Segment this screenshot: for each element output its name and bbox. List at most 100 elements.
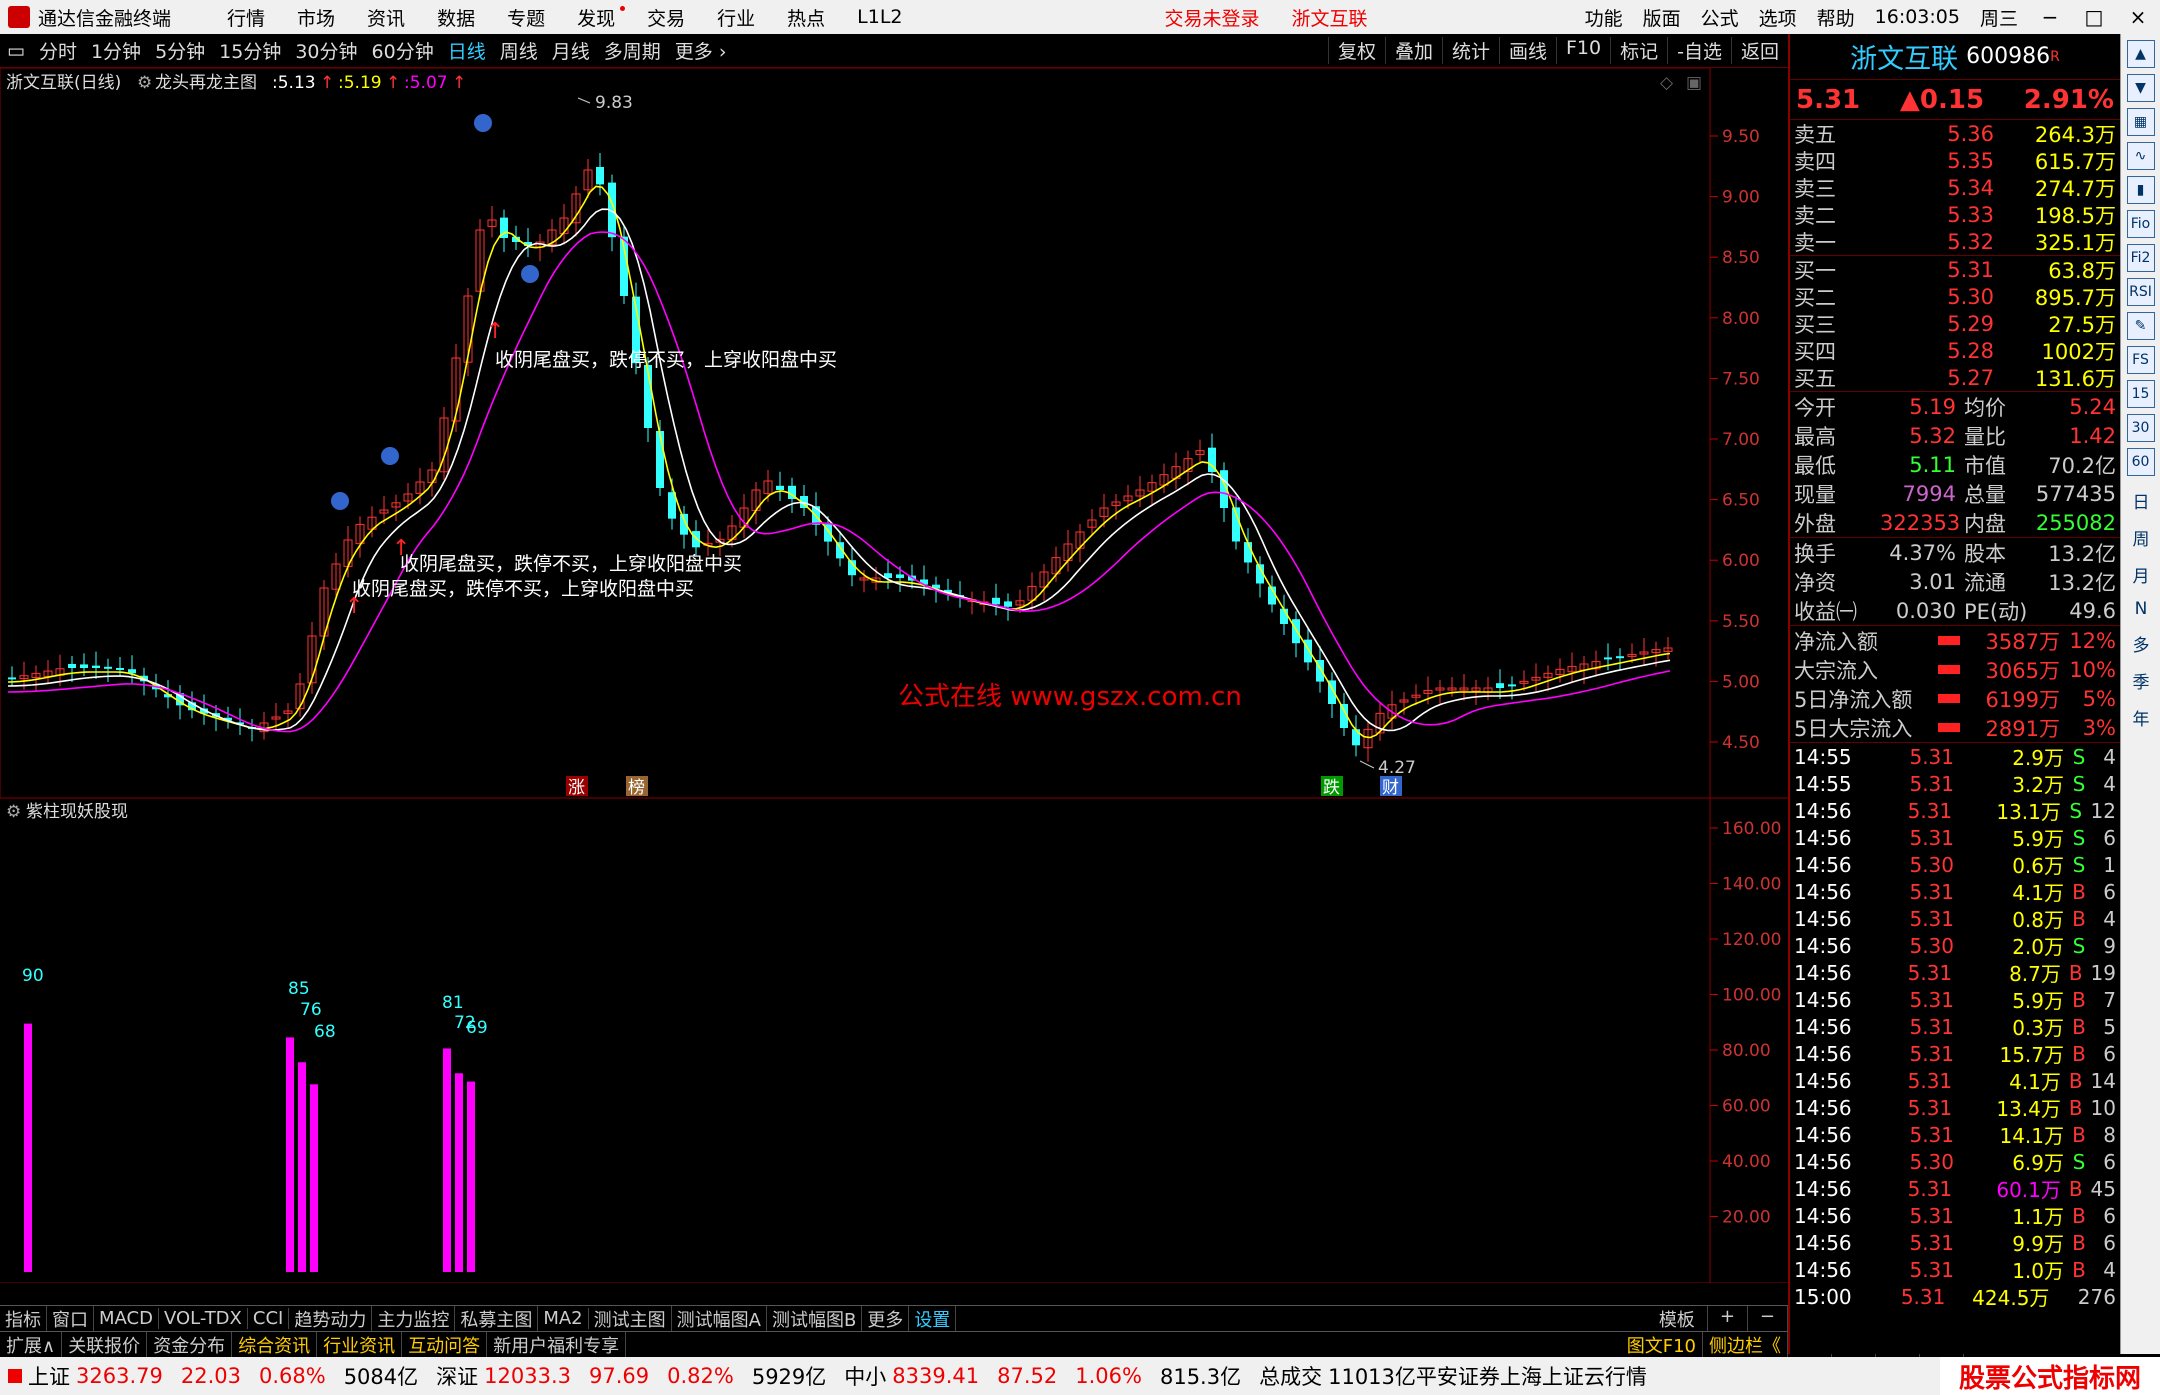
tab-ma2[interactable]: MA2 — [538, 1308, 589, 1329]
menu-item-market[interactable]: 市场 — [281, 4, 351, 31]
30-icon[interactable]: 30 — [2126, 414, 2155, 442]
tab-cci[interactable]: CCI — [248, 1308, 290, 1329]
tab-private-main[interactable]: 私募主图 — [455, 1305, 539, 1332]
close-icon[interactable]: × — [2116, 5, 2160, 29]
rsi-icon[interactable]: RSI — [2126, 278, 2155, 306]
sell-order-row[interactable]: 卖二 5.33 198.5万 — [1790, 201, 2120, 228]
down-arrow-icon[interactable]: ▼ — [2126, 74, 2155, 102]
period-tab-5min[interactable]: 5分钟 — [148, 37, 212, 64]
sell-order-row[interactable]: 卖四 5.35 615.7万 — [1790, 147, 2120, 174]
period-shortcut[interactable]: 日 — [2121, 488, 2160, 513]
tab-window[interactable]: 窗口 — [47, 1305, 94, 1332]
period-tab-timeshare[interactable]: 分时 — [32, 37, 84, 64]
menu-item-trade[interactable]: 交易 — [631, 4, 701, 31]
add-subchart-button[interactable]: + — [1708, 1305, 1748, 1332]
sell-order-row[interactable]: 卖五 5.36 264.3万 — [1790, 120, 2120, 147]
period-shortcut[interactable]: 周 — [2121, 525, 2160, 550]
period-tab-weekly[interactable]: 周线 — [493, 37, 545, 64]
15-icon[interactable]: 15 — [2126, 380, 2155, 408]
buy-order-row[interactable]: 买一 5.31 63.8万 — [1790, 256, 2120, 283]
period-shortcut[interactable]: 月 — [2121, 562, 2160, 587]
tab-vol-tdx[interactable]: VOL-TDX — [159, 1308, 248, 1329]
buy-order-row[interactable]: 买二 5.30 895.7万 — [1790, 283, 2120, 310]
menu-item-formula[interactable]: 公式 — [1691, 4, 1749, 31]
f10-button[interactable]: F10 — [1556, 37, 1610, 64]
menu-item-options[interactable]: 选项 — [1749, 4, 1807, 31]
menu-item-news[interactable]: 资讯 — [351, 4, 421, 31]
menu-item-hotspots[interactable]: 热点 — [771, 4, 841, 31]
pe-icon[interactable]: Fi2 — [2126, 244, 2155, 272]
index-name[interactable]: 深证 — [436, 1361, 478, 1391]
period-tab-monthly[interactable]: 月线 — [545, 37, 597, 64]
menu-item-data[interactable]: 数据 — [421, 4, 491, 31]
restore-rights-button[interactable]: 复权 — [1327, 37, 1385, 64]
back-button[interactable]: 返回 — [1730, 37, 1788, 64]
template-button[interactable]: 模板 — [1647, 1305, 1708, 1332]
tab-test-main[interactable]: 测试主图 — [589, 1305, 672, 1332]
menu-item-layout[interactable]: 版面 — [1633, 4, 1691, 31]
f10-icon[interactable]: Fio — [2126, 210, 2155, 238]
period-tab-daily[interactable]: 日线 — [441, 37, 493, 64]
fs-icon[interactable]: FS — [2126, 346, 2155, 374]
menu-item-functions[interactable]: 功能 — [1575, 4, 1633, 31]
menu-item-industry[interactable]: 行业 — [701, 4, 771, 31]
minimize-icon[interactable]: − — [2028, 5, 2072, 29]
tab-test-sub-b[interactable]: 测试幅图B — [767, 1305, 863, 1332]
up-arrow-icon[interactable]: ▲ — [2126, 40, 2155, 68]
menu-item-l1l2[interactable]: L1L2 — [841, 6, 918, 28]
menu-item-topics[interactable]: 专题 — [491, 4, 561, 31]
chart-icon[interactable]: ∿ — [2126, 142, 2155, 170]
period-shortcut[interactable]: 季 — [2121, 668, 2160, 693]
buy-order-row[interactable]: 买三 5.29 27.5万 — [1790, 310, 2120, 337]
statistics-button[interactable]: 统计 — [1441, 37, 1499, 64]
tab-more[interactable]: 更多 — [862, 1305, 910, 1332]
index-name[interactable]: 上证 — [28, 1361, 70, 1391]
grid-icon[interactable]: ▦ — [2126, 108, 2155, 136]
collapse-icon[interactable]: ▭ — [0, 40, 32, 62]
menu-item-discover[interactable]: 发现 — [561, 4, 631, 31]
period-tab-1min[interactable]: 1分钟 — [84, 37, 148, 64]
interactive-qa-tab[interactable]: 互动问答 — [402, 1331, 488, 1358]
period-tab-60min[interactable]: 60分钟 — [365, 37, 441, 64]
industry-news-tab[interactable]: 行业资讯 — [317, 1331, 403, 1358]
tab-trend-power[interactable]: 趋势动力 — [289, 1305, 373, 1332]
sidebar-toggle-button[interactable]: 侧边栏《 — [1703, 1331, 1788, 1358]
tab-macd[interactable]: MACD — [94, 1308, 159, 1329]
menu-item-quotes[interactable]: 行情 — [211, 4, 281, 31]
f10-graphic-button[interactable]: 图文F10 — [1621, 1331, 1703, 1358]
related-quotes-tab[interactable]: 关联报价 — [62, 1331, 148, 1358]
chart-area[interactable]: 浙文互联(日线) ⚙ 龙头再龙主图 :5.13 ↑ :5.19 ↑ :5.07 … — [0, 67, 1788, 1310]
period-shortcut[interactable]: 多 — [2121, 631, 2160, 656]
remove-watchlist-button[interactable]: -自选 — [1667, 37, 1731, 64]
period-tab-multi[interactable]: 多周期 — [597, 37, 668, 64]
expand-button[interactable]: 扩展∧ — [0, 1331, 63, 1358]
menu-item-help[interactable]: 帮助 — [1807, 4, 1865, 31]
tab-settings[interactable]: 设置 — [909, 1305, 957, 1332]
period-tab-15min[interactable]: 15分钟 — [212, 37, 288, 64]
tab-main-monitor[interactable]: 主力监控 — [372, 1305, 456, 1332]
overlay-button[interactable]: 叠加 — [1384, 37, 1442, 64]
general-news-tab[interactable]: 综合资讯 — [232, 1331, 318, 1358]
draw-icon[interactable]: ✎ — [2126, 312, 2155, 340]
period-shortcut[interactable]: N — [2121, 599, 2160, 619]
mark-button[interactable]: 标记 — [1610, 37, 1667, 64]
period-tab-more[interactable]: 更多 › — [668, 37, 734, 64]
sell-order-row[interactable]: 卖三 5.34 274.7万 — [1790, 174, 2120, 201]
index-name[interactable]: 中小 — [844, 1361, 886, 1391]
period-shortcut[interactable]: 年 — [2121, 705, 2160, 730]
new-user-welfare-tab[interactable]: 新用户福利专享 — [487, 1331, 627, 1358]
draw-line-button[interactable]: 画线 — [1498, 37, 1556, 64]
maximize-icon[interactable]: □ — [2072, 5, 2116, 29]
fund-distribution-tab[interactable]: 资金分布 — [147, 1331, 233, 1358]
login-status[interactable]: 交易未登录 — [1149, 4, 1276, 31]
buy-order-row[interactable]: 买四 5.28 1002万 — [1790, 337, 2120, 364]
sell-order-row[interactable]: 卖一 5.32 325.1万 — [1790, 228, 2120, 255]
60-icon[interactable]: 60 — [2126, 448, 2155, 476]
buy-order-row[interactable]: 买五 5.27 131.6万 — [1790, 364, 2120, 391]
kline-chart-svg[interactable]: 浙文互联(日线) ⚙ 龙头再龙主图 :5.13 ↑ :5.19 ↑ :5.07 … — [0, 67, 1788, 1310]
tab-test-sub-a[interactable]: 测试幅图A — [672, 1305, 767, 1332]
remove-subchart-button[interactable]: − — [1748, 1305, 1788, 1332]
kline-icon[interactable]: ▮ — [2126, 176, 2155, 204]
tab-indicator[interactable]: 指标 — [0, 1305, 47, 1332]
period-tab-30min[interactable]: 30分钟 — [288, 37, 364, 64]
